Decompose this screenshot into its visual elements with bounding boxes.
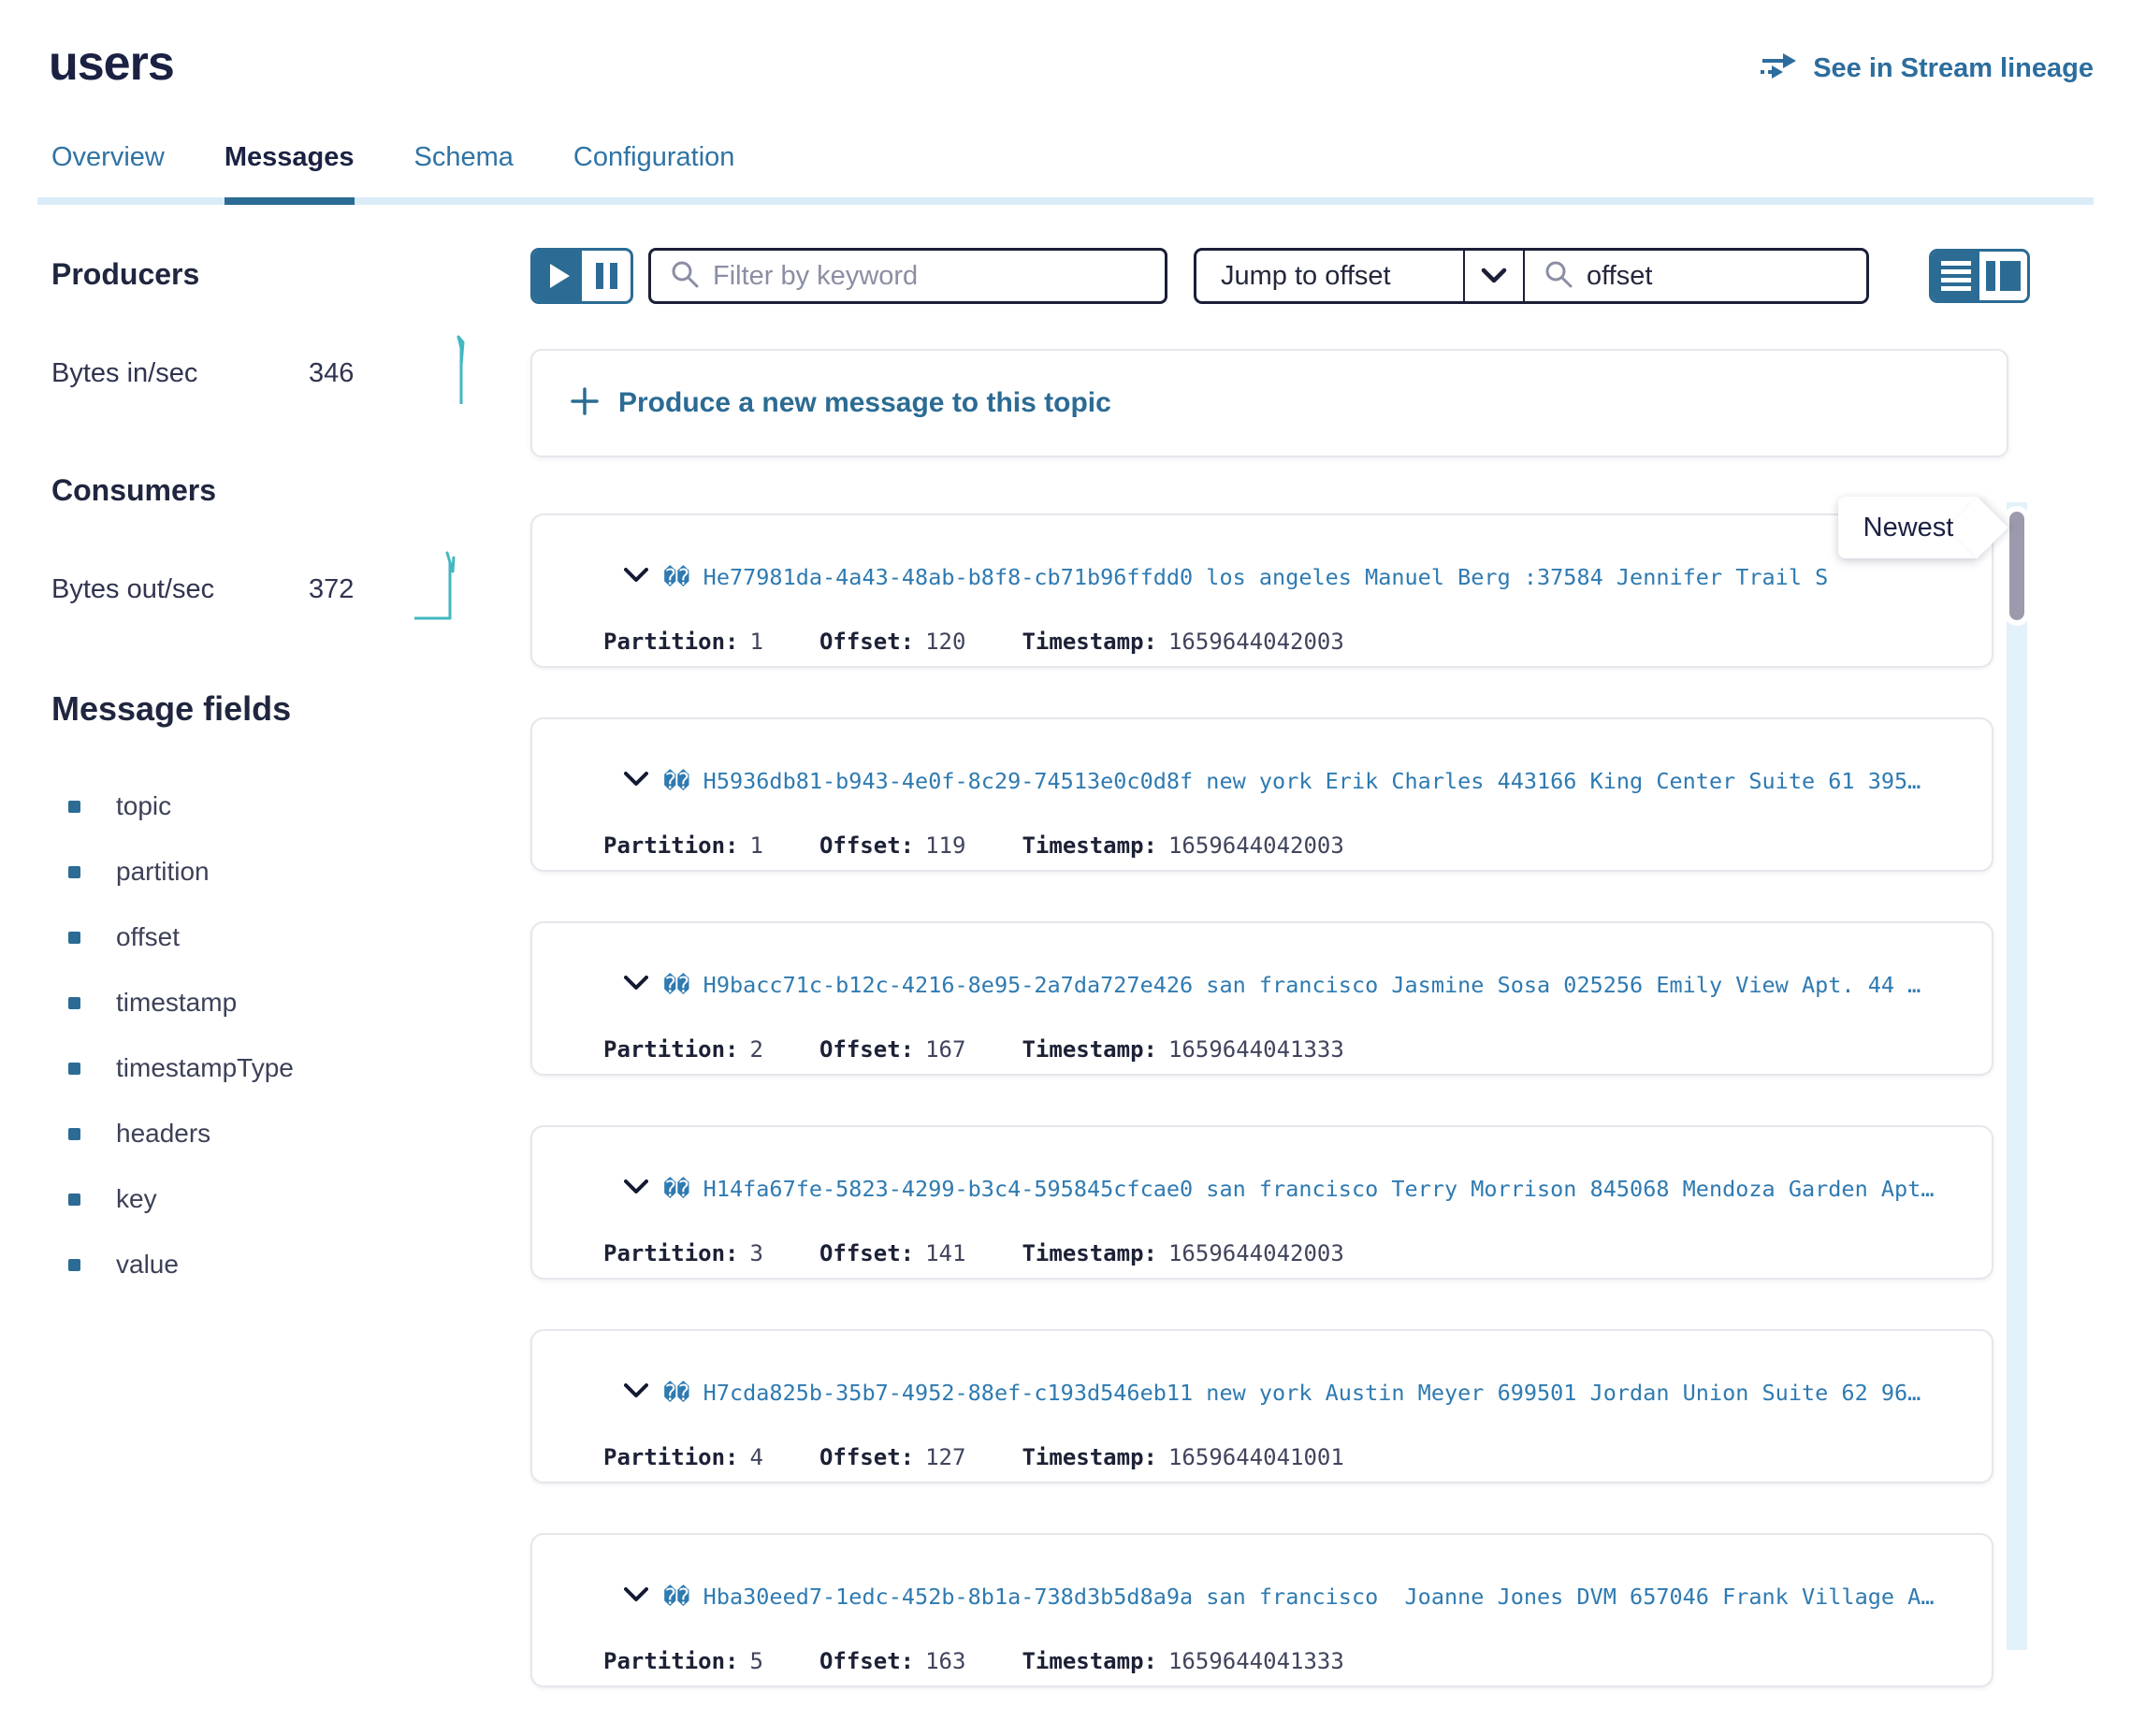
filter-input[interactable] [713,261,1146,292]
tab-overview[interactable]: Overview [51,142,165,205]
message-row[interactable]: �� Hba30eed7-1edc-452b-8b1a-738d3b5d8a9a… [530,1533,1993,1687]
bullet-icon [68,997,80,1009]
tab-configuration[interactable]: Configuration [573,142,735,205]
message-key: �� H14fa67fe-5823-4299-b3c4-595845cfcae0… [663,1176,1934,1202]
field-item-timestamp[interactable]: timestamp [51,970,530,1035]
expand-chevron-icon[interactable] [566,1367,648,1420]
field-item-topic[interactable]: topic [51,774,530,839]
field-item-offset[interactable]: offset [51,904,530,970]
scrollbar-thumb[interactable] [2004,506,2030,626]
sidebar: Producers Bytes in/sec 346 Consumers Byt… [0,205,530,1297]
play-button[interactable] [533,251,582,301]
bytes-in-value: 346 [309,358,412,389]
bullet-icon [68,1259,80,1271]
lineage-arrow-icon [1759,49,1800,88]
tab-schema[interactable]: Schema [414,142,514,205]
field-item-timestampType[interactable]: timestampType [51,1035,530,1101]
topic-page: users See in Stream lineage Overview Mes… [0,0,2131,1736]
message-meta: Partition:1 Offset:120 Timestamp:1659644… [603,629,1975,655]
jump-to-offset-group: Jump to offset [1194,248,1869,304]
plus-icon [570,386,600,421]
expand-chevron-icon[interactable] [566,1163,648,1216]
field-item-headers[interactable]: headers [51,1101,530,1166]
field-item-partition[interactable]: partition [51,839,530,904]
chevron-down-icon[interactable] [1463,251,1523,301]
bullet-icon [68,801,80,813]
message-key: �� He77981da-4a43-48ab-b8f8-cb71b96ffdd0… [663,564,1828,590]
producers-heading: Producers [51,257,530,292]
filter-input-wrap [648,248,1167,304]
message-meta: Partition:1 Offset:119 Timestamp:1659644… [603,832,1975,859]
message-meta: Partition:3 Offset:141 Timestamp:1659644… [603,1240,1975,1266]
message-meta: Partition:5 Offset:163 Timestamp:1659644… [603,1648,1975,1674]
expand-chevron-icon[interactable] [566,959,648,1012]
bullet-icon [68,1128,80,1140]
page-header: users See in Stream lineage [0,0,2131,92]
search-icon [1544,259,1573,294]
list-scrollbar[interactable] [2007,502,2027,1650]
split-view-icon [1986,261,2021,291]
message-row[interactable]: �� H14fa67fe-5823-4299-b3c4-595845cfcae0… [530,1125,1993,1280]
message-fields-list: topic partition offset timestamp timesta… [51,774,530,1297]
field-item-value[interactable]: value [51,1232,530,1297]
offset-search-input[interactable] [1587,261,1848,292]
bytes-in-sparkline [450,333,474,413]
newest-tooltip: Newest [1838,497,1979,558]
produce-message-button[interactable]: Produce a new message to this topic [530,349,2008,457]
bytes-out-value: 372 [309,574,412,605]
bytes-in-label: Bytes in/sec [51,358,309,389]
bullet-icon [68,866,80,878]
messages-toolbar: Jump to offset [530,248,2030,304]
search-icon [670,259,700,294]
list-view-button[interactable] [1932,252,1979,300]
message-row[interactable]: �� He77981da-4a43-48ab-b8f8-cb71b96ffdd0… [530,514,1993,668]
bullet-icon [68,1194,80,1206]
play-pause-toggle [530,248,633,304]
expand-chevron-icon[interactable] [566,551,648,604]
pause-button[interactable] [582,251,631,301]
expand-chevron-icon[interactable] [566,1570,648,1624]
bytes-out-label: Bytes out/sec [51,574,309,605]
consumers-heading: Consumers [51,473,530,508]
pause-icon [596,263,617,289]
content: Producers Bytes in/sec 346 Consumers Byt… [0,205,2131,1650]
bytes-out-sparkline [413,549,474,629]
field-item-key[interactable]: key [51,1166,530,1232]
bytes-out-stat: Bytes out/sec 372 [51,549,530,629]
split-view-button[interactable] [1979,252,2027,300]
list-view-icon [1941,261,1971,291]
stream-lineage-link[interactable]: See in Stream lineage [1759,49,2094,88]
message-fields-heading: Message fields [51,689,530,729]
messages-panel: Jump to offset [530,205,2030,1650]
page-title: users [49,36,174,92]
play-icon [550,264,570,288]
produce-message-label: Produce a new message to this topic [618,387,1111,419]
message-list: �� He77981da-4a43-48ab-b8f8-cb71b96ffdd0… [530,504,2027,1650]
offset-search-wrap [1523,251,1866,301]
tab-messages[interactable]: Messages [225,142,355,205]
bytes-in-stat: Bytes in/sec 346 [51,333,530,413]
message-meta: Partition:2 Offset:167 Timestamp:1659644… [603,1036,1975,1063]
message-meta: Partition:4 Offset:127 Timestamp:1659644… [603,1444,1975,1470]
message-row[interactable]: �� H7cda825b-35b7-4952-88ef-c193d546eb11… [530,1329,1993,1483]
message-key: �� H7cda825b-35b7-4952-88ef-c193d546eb11… [663,1380,1921,1406]
bullet-icon [68,1063,80,1075]
newest-tooltip-label: Newest [1863,513,1954,543]
lineage-link-label: See in Stream lineage [1813,53,2094,84]
bullet-icon [68,932,80,944]
view-mode-toggle [1929,249,2030,303]
message-row[interactable]: �� H9bacc71c-b12c-4216-8e95-2a7da727e426… [530,921,1993,1076]
message-key: �� H5936db81-b943-4e0f-8c29-74513e0c0d8f… [663,768,1921,794]
jump-to-offset-select[interactable]: Jump to offset [1196,251,1463,301]
message-row[interactable]: �� H5936db81-b943-4e0f-8c29-74513e0c0d8f… [530,717,1993,872]
message-key: �� H9bacc71c-b12c-4216-8e95-2a7da727e426… [663,972,1921,998]
message-key: �� Hba30eed7-1edc-452b-8b1a-738d3b5d8a9a… [663,1584,1934,1610]
expand-chevron-icon[interactable] [566,755,648,808]
tab-bar: Overview Messages Schema Configuration [37,142,2094,205]
